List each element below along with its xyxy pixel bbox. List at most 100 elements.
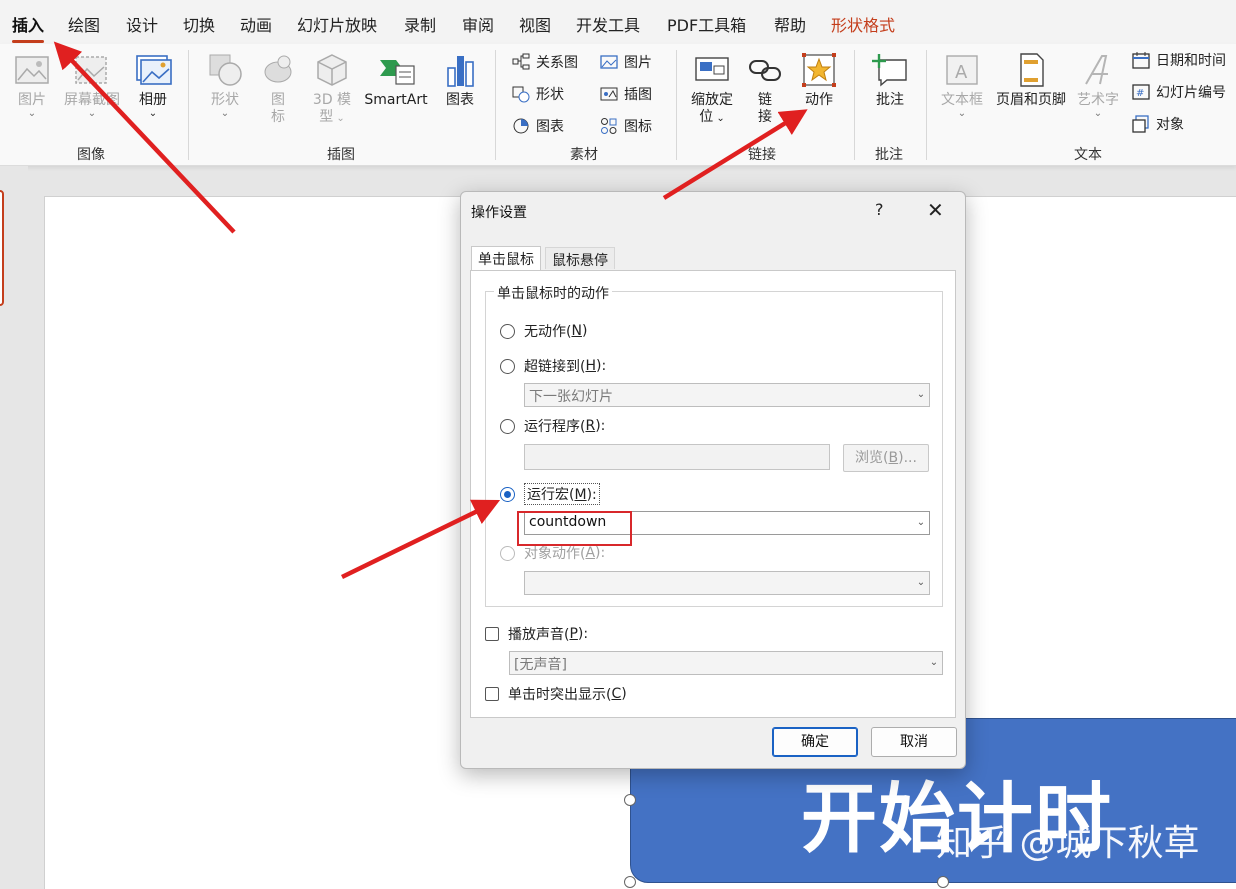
photo-album-icon <box>136 55 172 85</box>
shapes-button[interactable]: 形状 ⌄ <box>202 52 248 119</box>
insert-picture-button[interactable]: 图片 ⌄ <box>10 52 54 119</box>
wordart-icon <box>1085 55 1108 85</box>
tab-developer[interactable]: 开发工具 <box>576 12 640 36</box>
textbox-button[interactable]: A 文本框 ⌄ <box>938 52 986 119</box>
screenshot-button[interactable]: 屏幕截图 ⌄ <box>60 52 124 119</box>
group-label-images: 图像 <box>77 147 105 163</box>
tab-draw[interactable]: 绘图 <box>68 12 100 36</box>
action-button[interactable]: 动作 <box>798 52 840 109</box>
comment-button[interactable]: 批注 <box>868 52 912 109</box>
ok-button[interactable]: 确定 <box>772 727 858 757</box>
radio-run-program[interactable]: 运行程序(R): <box>500 416 605 436</box>
zoom-button[interactable]: 缩放定 位 ⌄ <box>686 52 738 127</box>
program-path-input[interactable] <box>524 444 830 470</box>
shape-icon <box>512 86 530 103</box>
photo-album-button[interactable]: 相册 ⌄ <box>130 52 176 119</box>
resize-handle[interactable] <box>624 794 636 806</box>
tab-record[interactable]: 录制 <box>404 12 436 36</box>
tab-animations[interactable]: 动画 <box>240 12 272 36</box>
icons-button[interactable]: 图 标 <box>258 52 298 126</box>
picture-icon <box>15 56 49 84</box>
checkbox-indicator <box>485 627 499 641</box>
3d-models-button[interactable]: 3D 模 型 ⌄ <box>308 52 356 127</box>
illustration-icon <box>600 87 618 101</box>
resize-handle[interactable] <box>937 876 949 888</box>
help-icon[interactable]: ? <box>875 200 884 219</box>
group-label-illustrations: 插图 <box>327 147 355 163</box>
tab-transitions[interactable]: 切换 <box>183 12 215 36</box>
tab-mouse-over[interactable]: 鼠标悬停 <box>545 247 615 269</box>
selected-slide-thumbnail[interactable] <box>0 190 4 306</box>
browse-button[interactable]: 浏览(B)... <box>843 444 929 472</box>
ribbon-tab-bar: 插入 绘图 设计 切换 动画 幻灯片放映 录制 审阅 视图 开发工具 PDF工具… <box>0 0 1236 44</box>
asset-chart-button[interactable]: 图表 <box>512 116 564 136</box>
link-button[interactable]: 链 接 <box>746 52 784 126</box>
checkbox-indicator <box>485 687 499 701</box>
group-label-text: 文本 <box>1074 147 1102 163</box>
chevron-down-icon: ⌄ <box>27 108 37 119</box>
tab-review[interactable]: 审阅 <box>462 12 494 36</box>
sound-select[interactable]: [无声音] ⌄ <box>509 651 943 675</box>
relation-chart-button[interactable]: 关系图 <box>512 52 578 72</box>
radio-hyperlink[interactable]: 超链接到(H): <box>500 356 606 376</box>
cancel-button[interactable]: 取消 <box>871 727 957 757</box>
tab-view[interactable]: 视图 <box>519 12 551 36</box>
play-sound-checkbox[interactable]: 播放声音(P): <box>485 624 588 644</box>
slide-thumbnail-pane[interactable] <box>0 166 28 889</box>
asset-illustration-button[interactable]: 插图 <box>600 84 652 104</box>
asset-shape-button[interactable]: 形状 <box>512 84 564 104</box>
zoom-icon <box>695 57 729 81</box>
radio-no-action[interactable]: 无动作(N) <box>500 321 587 341</box>
ribbon-separator <box>854 50 855 160</box>
link-icon <box>749 60 781 81</box>
ribbon-separator <box>495 50 496 160</box>
tab-design[interactable]: 设计 <box>126 12 158 36</box>
ribbon-separator <box>188 50 189 160</box>
radio-indicator <box>500 418 515 434</box>
header-footer-icon <box>1020 53 1044 87</box>
icons-icon <box>264 55 292 83</box>
pie-chart-icon <box>513 118 529 134</box>
calendar-icon <box>1132 52 1150 69</box>
bar-chart-icon <box>447 56 474 87</box>
smartart-icon <box>380 60 415 85</box>
chevron-down-icon: ⌄ <box>957 108 967 119</box>
tab-pdf-toolbox[interactable]: PDF工具箱 <box>667 12 746 36</box>
tab-help[interactable]: 帮助 <box>774 12 806 36</box>
radio-object-action[interactable]: 对象动作(A): <box>500 543 605 563</box>
tab-shape-format[interactable]: 形状格式 <box>831 12 895 36</box>
resize-handle[interactable] <box>624 876 636 888</box>
hyperlink-select[interactable]: 下一张幻灯片 ⌄ <box>524 383 930 407</box>
radio-run-macro[interactable]: 运行宏(M): <box>500 483 600 505</box>
close-icon[interactable]: ✕ <box>927 198 944 222</box>
slide-number-button[interactable]: # 幻灯片编号 <box>1132 82 1226 102</box>
wordart-button[interactable]: 艺术字 ⌄ <box>1074 52 1122 119</box>
smartart-button[interactable]: SmartArt <box>362 52 430 109</box>
tab-insert[interactable]: 插入 <box>12 12 45 43</box>
asset-picture-button[interactable]: 图片 <box>600 52 652 72</box>
highlight-on-click-checkbox[interactable]: 单击时突出显示(C) <box>485 684 627 704</box>
tab-mouse-click[interactable]: 单击鼠标 <box>471 246 541 270</box>
tab-slideshow[interactable]: 幻灯片放映 <box>297 12 377 36</box>
object-button[interactable]: 对象 <box>1132 114 1184 134</box>
group-label-comments: 批注 <box>875 147 903 163</box>
ribbon: 图片 ⌄ 屏幕截图 ⌄ 相册 ⌄ 图像 形状 ⌄ 图 标 3D 模 型 ⌄ Sm… <box>0 44 1236 166</box>
icons-icon <box>601 118 617 134</box>
svg-text:A: A <box>955 62 968 83</box>
slide-number-icon: # <box>1132 84 1150 100</box>
chevron-down-icon: ⌄ <box>916 577 926 588</box>
highlight-box <box>517 511 632 546</box>
group-label-links: 链接 <box>748 147 776 163</box>
action-settings-dialog: 操作设置 ? ✕ 单击鼠标 鼠标悬停 单击鼠标时的动作 无动作(N) 超链接到(… <box>460 191 966 769</box>
radio-indicator <box>500 486 515 502</box>
object-action-select[interactable]: ⌄ <box>524 571 930 595</box>
radio-indicator <box>500 358 515 374</box>
asset-icon-button[interactable]: 图标 <box>600 116 652 136</box>
datetime-button[interactable]: 日期和时间 <box>1132 50 1226 70</box>
dialog-title: 操作设置 <box>471 205 527 221</box>
picture-icon <box>600 55 618 69</box>
header-footer-button[interactable]: 页眉和页脚 <box>992 52 1070 109</box>
chart-button[interactable]: 图表 <box>440 52 480 109</box>
radio-indicator <box>500 323 515 339</box>
textbox-icon: A <box>946 55 978 85</box>
